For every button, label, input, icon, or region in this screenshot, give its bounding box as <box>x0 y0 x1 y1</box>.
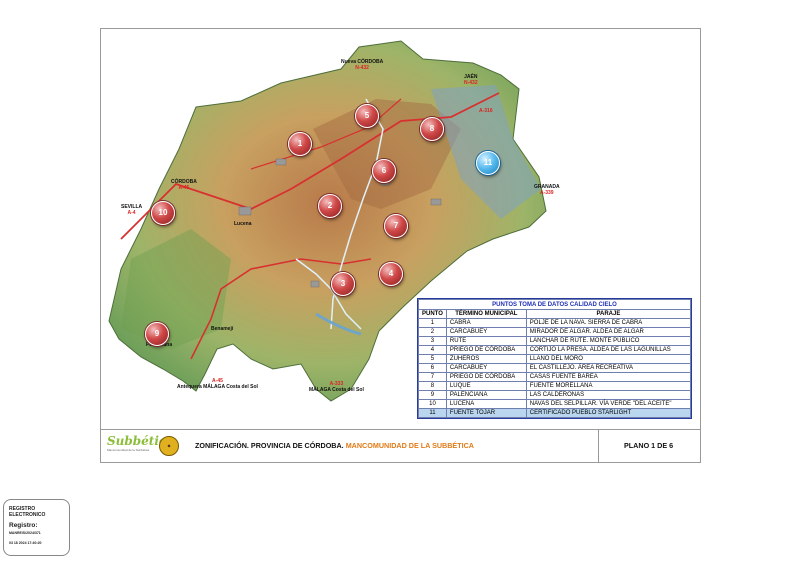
row-municipality: PRIEGO DE CÓRDOBA <box>445 372 527 382</box>
row-number: 3 <box>418 336 447 346</box>
row-site: EL CASTILLEJO. ÁREA RECREATIVA <box>525 363 692 373</box>
row-site: FUENTE MORELLANA <box>525 381 692 391</box>
row-municipality: PALENCIANA <box>445 390 527 400</box>
road-label-cordoba-north: Nueva CÓRDOBA N-432 <box>341 59 383 71</box>
marker-2[interactable]: 2 <box>318 194 342 218</box>
row-municipality: FUENTE TOJAR <box>445 408 527 418</box>
row-site: LANCHAR DE RUTE. MONTE PÚBLICO <box>525 336 692 346</box>
road-label-cordoba-west: CÓRDOBA A-45 <box>171 179 197 191</box>
road-code: N-432 <box>355 64 369 71</box>
table-row: 5 ZUHEROS LLANO DEL MORO <box>418 354 692 364</box>
marker-6[interactable]: 6 <box>372 159 396 183</box>
row-site: POLJE DE LA NAVA. SIERRA DE CABRA <box>525 318 692 328</box>
footer-divider <box>598 430 599 463</box>
header-termino: TÉRMINO MUNICIPAL <box>445 309 527 319</box>
row-municipality: PRIEGO DE CÓRDOBA <box>445 345 527 355</box>
road-label-malaga-west: A-45 Antequera MÁLAGA Costa del Sol <box>177 378 258 390</box>
plan-title-org: MANCOMUNIDAD DE LA SUBBÉTICA <box>345 441 474 450</box>
stamp-number: MANRE/S/2024/371 <box>9 531 41 535</box>
coat-of-arms-icon: ◆ <box>159 436 179 456</box>
road-label-granada: GRANADA A-339 <box>534 184 560 196</box>
marker-8[interactable]: 8 <box>420 117 444 141</box>
row-municipality: ZUHEROS <box>445 354 527 364</box>
row-municipality: CARCABUEY <box>445 363 527 373</box>
road-label-malaga-east: A-333 MÁLAGA Costa del Sol <box>309 381 364 393</box>
road-code: A-4 <box>127 209 136 216</box>
road-code: N-432 <box>464 79 478 86</box>
row-number: 9 <box>418 390 447 400</box>
row-number: 11 <box>418 408 447 418</box>
table-row: 2 CARCABUEY MIRADOR DE ALGAR. ALDEA DE ALG… <box>418 327 692 337</box>
road-label-jaen: JAÉN N-432 <box>464 74 478 86</box>
header-paraje: PARAJE <box>525 309 692 319</box>
row-municipality: CARCABUEY <box>445 327 527 337</box>
subbetica-logo: Subbética Mancomunidad de la Subbética <box>107 434 174 458</box>
row-number: 4 <box>418 345 447 355</box>
road-code: A-339 <box>539 189 554 196</box>
table-row: 8 LUQUE FUENTE MORELLANA <box>418 381 692 391</box>
table-row: 1 CABRA POLJE DE LA NAVA. SIERRA DE CABRA <box>418 318 692 328</box>
place-name: MÁLAGA <box>309 386 331 393</box>
row-site: NAVAS DEL SELPILLAR. VÍA VERDE "DEL ACEI… <box>525 399 692 409</box>
road-code: A-45 <box>178 184 190 191</box>
row-number: 8 <box>418 381 447 391</box>
row-number: 2 <box>418 327 447 337</box>
row-number: 7 <box>418 372 447 382</box>
place-name: Antequera MÁLAGA <box>177 383 225 390</box>
row-site: LAS CALDERONAS <box>525 390 692 400</box>
stamp-datetime: 03 18 2024 17:40:20 <box>9 541 42 545</box>
table-row: 6 CARCABUEY EL CASTILLEJO. ÁREA RECREATIVA <box>418 363 692 373</box>
marker-4[interactable]: 4 <box>379 262 403 286</box>
row-number: 1 <box>418 318 447 328</box>
stamp-heading: REGISTRO ELECTRONICO <box>9 506 45 518</box>
sheet-number: PLANO 1 DE 6 <box>624 441 674 450</box>
row-municipality: CABRA <box>445 318 527 328</box>
row-site: CORTIJO LA PRESA. ALDEA DE LAS LAGUNILLA… <box>525 345 692 355</box>
row-site: MIRADOR DE ALGAR. ALDEA DE ALGAR <box>525 327 692 337</box>
logo-subtitle: Mancomunidad de la Subbética <box>107 448 150 452</box>
plan-title: ZONIFICACIÓN. PROVINCIA DE CÓRDOBA. MANC… <box>195 441 474 450</box>
row-number: 10 <box>418 399 447 409</box>
row-site: CERTIFICADO PUEBLO STARLIGHT <box>525 408 692 418</box>
logo-text: Subbética <box>107 434 174 448</box>
town-label-lucena: Lucena <box>234 221 252 227</box>
marker-11[interactable]: 11 <box>476 151 500 175</box>
marker-3[interactable]: 3 <box>331 272 355 296</box>
marker-10[interactable]: 10 <box>151 201 175 225</box>
registry-stamp: REGISTRO ELECTRONICO Registro: MANRE/S/2… <box>3 499 70 556</box>
table-row: 7 PRIEGO DE CÓRDOBA CASAS FUENTE BAREA <box>418 372 692 382</box>
header-punto: PUNTO <box>418 309 447 319</box>
coast-label: Costa del Sol <box>226 383 258 390</box>
stamp-line2: ELECTRONICO <box>9 512 46 518</box>
table-row: 3 RUTE LANCHAR DE RUTE. MONTE PÚBLICO <box>418 336 692 346</box>
marker-7[interactable]: 7 <box>384 214 408 238</box>
row-number: 5 <box>418 354 447 364</box>
marker-9[interactable]: 9 <box>145 322 169 346</box>
legend-title: PUNTOS TOMA DE DATOS CALIDAD CIELO <box>418 299 691 310</box>
row-municipality: RUTE <box>445 336 527 346</box>
table-row: 9 PALENCIANA LAS CALDERONAS <box>418 390 692 400</box>
row-site: LLANO DEL MORO <box>525 354 692 364</box>
plan-title-main: ZONIFICACIÓN. PROVINCIA DE CÓRDOBA. <box>195 441 346 450</box>
coast-label: Costa del Sol <box>332 386 364 393</box>
row-municipality: LUQUE <box>445 381 527 391</box>
row-municipality: LUCENA <box>445 399 527 409</box>
row-number: 6 <box>418 363 447 373</box>
table-row: 10 LUCENA NAVAS DEL SELPILLAR. VÍA VERDE "… <box>418 399 692 409</box>
stamp-label: Registro: <box>9 522 38 529</box>
marker-1[interactable]: 1 <box>288 132 312 156</box>
table-row: 4 PRIEGO DE CÓRDOBA CORTIJO LA PRESA. ALDE… <box>418 345 692 355</box>
map-sheet: Nueva CÓRDOBA N-432 JAÉN N-432 A-316 CÓR… <box>100 28 701 463</box>
town-label-benameji: Benamejí <box>211 326 234 332</box>
road-label-sevilla: SEVILLA A-4 <box>121 204 142 216</box>
row-site: CASAS FUENTE BAREA <box>525 372 692 382</box>
legend-table: PUNTOS TOMA DE DATOS CALIDAD CIELO PUNTO… <box>417 298 692 419</box>
road-label-a316: A-316 <box>479 108 493 115</box>
table-row-highlighted: 11 FUENTE TOJAR CERTIFICADO PUEBLO STARLIG… <box>418 408 692 418</box>
road-code: A-316 <box>479 108 493 114</box>
marker-5[interactable]: 5 <box>355 104 379 128</box>
title-block: Subbética Mancomunidad de la Subbética ◆… <box>101 429 700 463</box>
